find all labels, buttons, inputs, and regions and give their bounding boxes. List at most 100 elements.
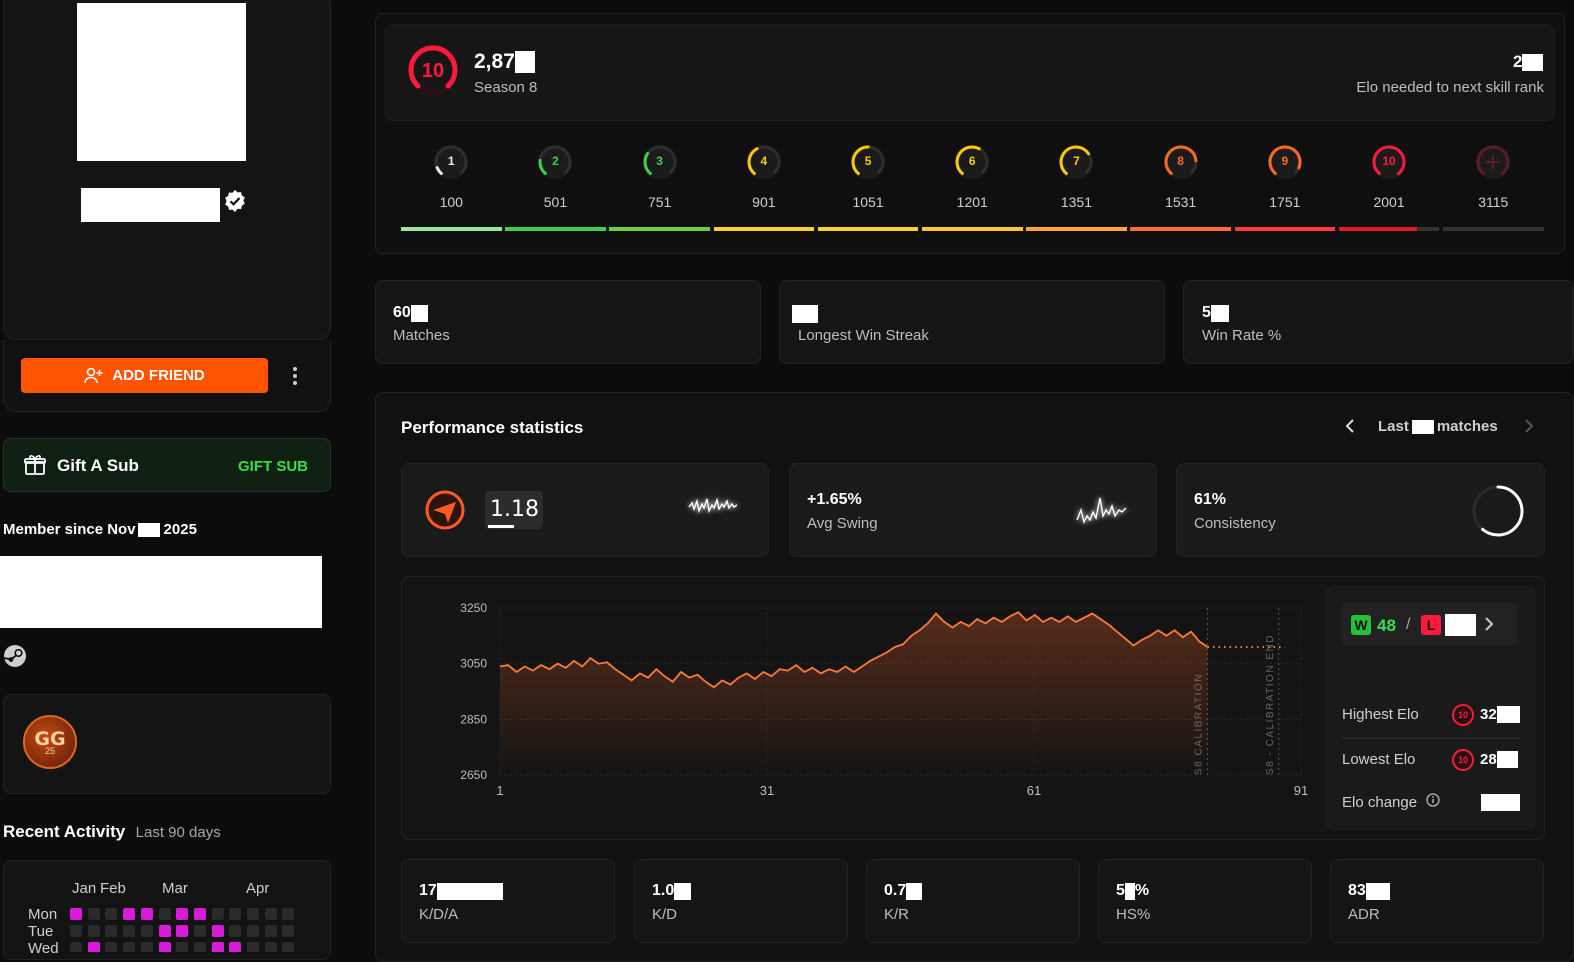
heatmap-cell[interactable] — [282, 925, 295, 937]
member-since: Member since Nov 2025 — [3, 521, 197, 538]
swing-sparkline — [1076, 497, 1127, 525]
skill-level-10-number: 10 — [1382, 154, 1396, 168]
kda-prefix: 17 — [419, 882, 437, 899]
heatmap-cell[interactable] — [105, 925, 118, 937]
rank-level-number: 10 — [421, 60, 445, 82]
info-icon[interactable] — [1426, 793, 1440, 812]
skill-level-11-bar — [1443, 227, 1544, 231]
prev-page-icon[interactable] — [1344, 418, 1356, 439]
heatmap-cell[interactable] — [282, 942, 295, 952]
heatmap-cell[interactable] — [193, 942, 206, 952]
heatmap-cell[interactable] — [158, 942, 171, 952]
heatmap-cell[interactable] — [211, 908, 224, 920]
x-tick-label: 91 — [1294, 783, 1308, 798]
hs-value: 5 % — [1116, 882, 1149, 900]
heatmap-cell[interactable] — [158, 908, 171, 920]
kda-value: 17 — [419, 882, 503, 900]
current-elo-prefix: 2,87 — [474, 50, 515, 73]
elo-history-chart: 32503050285026501316191S8 CALIBRATIONS8 … — [460, 601, 1308, 798]
rating-value: 1.18 — [490, 497, 539, 522]
match-range-selector[interactable]: Last matches — [1378, 418, 1498, 435]
heatmap-cell[interactable] — [87, 942, 100, 952]
adr-redacted — [1365, 882, 1390, 900]
heatmap-cell[interactable] — [264, 942, 277, 952]
heatmap-cell[interactable] — [70, 908, 82, 920]
heatmap-cell[interactable] — [229, 908, 242, 920]
next-page-icon[interactable] — [1523, 418, 1535, 439]
skill-level-3-bar — [609, 227, 710, 231]
heatmap-cell[interactable] — [176, 908, 189, 920]
heatmap-cell[interactable] — [211, 925, 224, 937]
win-rate-redacted — [1210, 304, 1229, 322]
consistency-label: Consistency — [1194, 515, 1276, 532]
win-streak-redacted — [792, 305, 818, 323]
next-rank-redacted — [1522, 53, 1544, 71]
highest-elo-label: Highest Elo — [1342, 706, 1419, 723]
heatmap-cell[interactable] — [264, 925, 277, 937]
heatmap-cell[interactable] — [123, 908, 136, 920]
heatmap-cell[interactable] — [211, 942, 224, 952]
heatmap-cell[interactable] — [229, 942, 242, 952]
skill-level-9-bar — [1234, 227, 1336, 231]
adr-label: ADR — [1348, 906, 1380, 923]
add-friend-button[interactable]: ADD FRIEND — [21, 358, 268, 393]
heatmap-cell[interactable] — [158, 925, 171, 937]
day-mon: Mon — [28, 906, 58, 923]
y-tick-label: 3250 — [460, 601, 487, 615]
rating-logo-icon — [424, 489, 466, 536]
heatmap-cell[interactable] — [87, 925, 100, 937]
adr-value: 83 — [1348, 882, 1390, 900]
highest-elo-value: 32 — [1480, 706, 1520, 723]
heatmap-cell[interactable] — [193, 925, 206, 937]
highest-elo-rank-icon: 10 — [1452, 704, 1474, 726]
member-since-redacted — [137, 522, 160, 537]
heatmap-cell[interactable] — [87, 908, 100, 920]
performance-title: Performance statistics — [401, 418, 584, 437]
hs-label: HS% — [1116, 906, 1151, 923]
hs-prefix: 5 — [1116, 882, 1125, 899]
skill-level-5-elo: 1051 — [852, 194, 884, 210]
heatmap-cell[interactable] — [247, 925, 259, 937]
heatmap-cell[interactable] — [140, 908, 153, 920]
heatmap-cell[interactable] — [282, 908, 295, 920]
win-streak-card: Longest Win Streak — [779, 280, 1165, 364]
avatar[interactable] — [77, 3, 246, 161]
skill-level-9-elo: 1751 — [1269, 194, 1301, 210]
recent-activity-title: Recent Activity — [3, 822, 126, 841]
heatmap-cell[interactable] — [123, 942, 136, 952]
skill-level-1-bar — [401, 227, 502, 231]
heatmap-cell[interactable] — [70, 925, 82, 937]
heatmap-cell[interactable] — [247, 908, 259, 920]
heatmap-cell[interactable] — [70, 942, 82, 952]
lowest-elo-prefix: 28 — [1480, 751, 1497, 768]
recent-activity-range: Last 90 days — [135, 824, 221, 841]
gift-sub-button[interactable]: GIFT SUB — [238, 458, 308, 475]
heatmap-cell[interactable] — [229, 925, 242, 937]
heatmap-cell[interactable] — [140, 925, 153, 937]
more-options-icon[interactable] — [288, 365, 302, 387]
heatmap-cell[interactable] — [176, 925, 189, 937]
heatmap-cell[interactable] — [123, 925, 136, 937]
heatmap-cell[interactable] — [264, 908, 277, 920]
wl-summary[interactable]: W 48 / L — [1342, 603, 1517, 645]
verified-icon — [223, 189, 247, 218]
current-elo: 2,87 — [474, 50, 535, 74]
steam-icon[interactable] — [3, 644, 27, 673]
avg-swing-card: +1.65% Avg Swing — [789, 463, 1157, 557]
gg-badge[interactable]: GG 25 — [23, 715, 77, 769]
elo-area — [500, 612, 1208, 775]
heatmap-cell[interactable] — [105, 908, 118, 920]
heatmap-cell[interactable] — [140, 942, 153, 952]
win-streak-label: Longest Win Streak — [798, 327, 929, 344]
avg-swing-value: +1.65% — [807, 491, 862, 508]
lowest-elo-rank-icon: 10 — [1452, 749, 1474, 771]
month-jan: Jan — [72, 880, 97, 897]
member-since-year: 2025 — [163, 521, 197, 538]
heatmap-cell[interactable] — [176, 942, 189, 952]
wins-count: 48 — [1377, 616, 1396, 635]
heatmap-cell[interactable] — [105, 942, 118, 952]
kr-redacted — [906, 882, 923, 900]
gift-sub-card[interactable]: Gift A Sub GIFT SUB — [3, 438, 331, 492]
heatmap-cell[interactable] — [193, 908, 206, 920]
heatmap-cell[interactable] — [247, 942, 259, 952]
